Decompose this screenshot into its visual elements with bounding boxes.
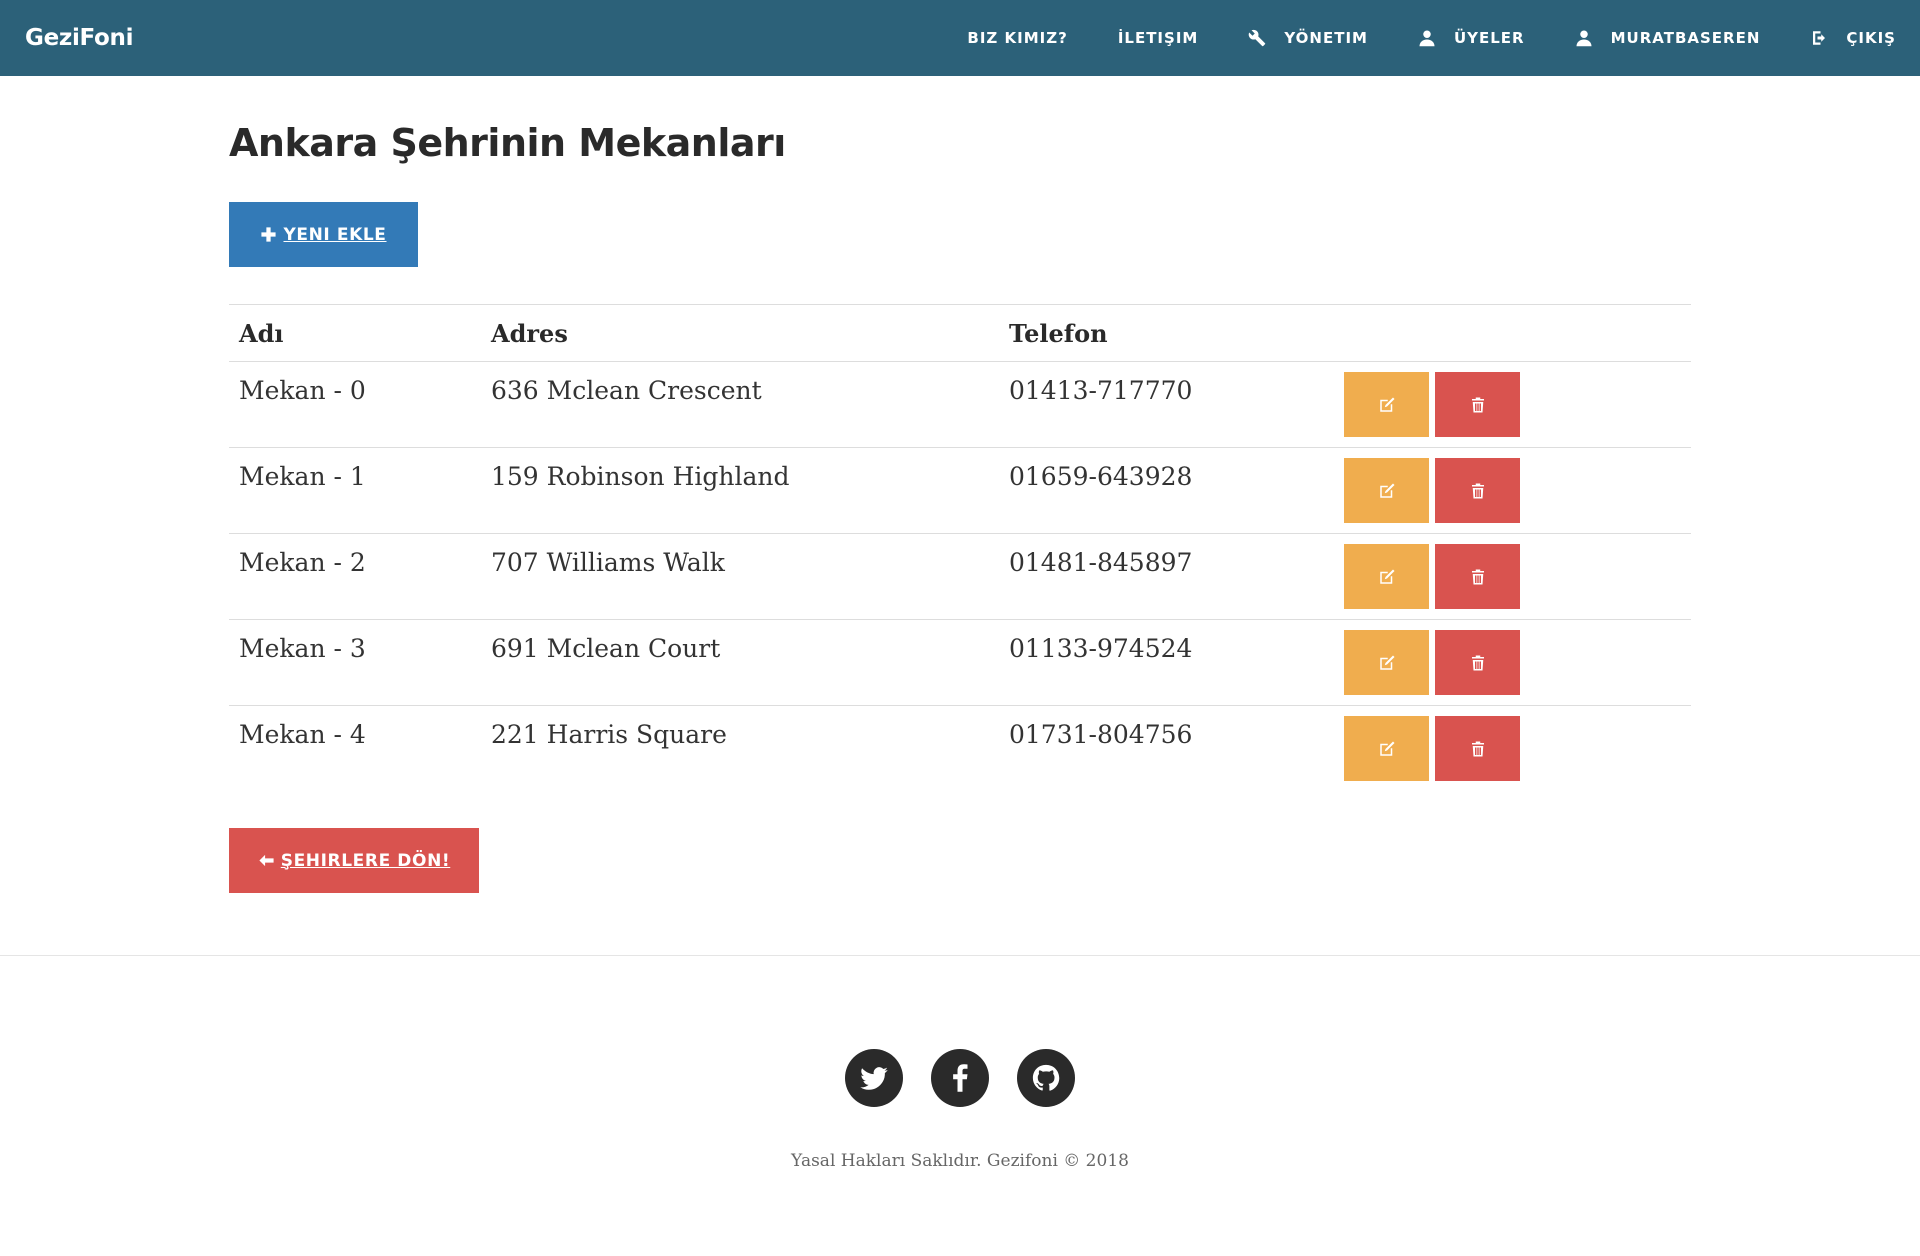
nav-item-label: BIZ KIMIZ? (967, 29, 1068, 47)
cell-address: 221 Harris Square (491, 720, 727, 749)
arrow-left-icon (259, 854, 274, 867)
edit-icon (1379, 483, 1394, 498)
cell-address: 691 Mclean Court (491, 634, 721, 663)
cell-phone: 01481-845897 (1009, 548, 1193, 577)
nav-item-logout[interactable]: ÇIKIŞ (1810, 29, 1896, 47)
user-icon (1418, 29, 1436, 47)
venues-table: Adı Adres Telefon Mekan - 0 636 Mclean C… (229, 304, 1691, 791)
add-new-label: YENI EKLE (283, 224, 387, 245)
delete-button[interactable] (1435, 458, 1520, 523)
nav-menu: BIZ KIMIZ? İLETIŞIM YÖNETIM ÜYELER MURAT… (967, 0, 1896, 76)
edit-button[interactable] (1344, 630, 1429, 695)
row-actions (1344, 372, 1520, 437)
row-actions (1344, 544, 1520, 609)
table-row: Mekan - 3 691 Mclean Court 01133-974524 (229, 619, 1691, 705)
trash-icon (1471, 483, 1484, 498)
logout-icon (1810, 29, 1828, 47)
delete-button[interactable] (1435, 630, 1520, 695)
cell-name: Mekan - 4 (239, 720, 366, 749)
cell-address: 707 Williams Walk (491, 548, 725, 577)
edit-icon (1379, 741, 1394, 756)
delete-button[interactable] (1435, 544, 1520, 609)
user-icon (1575, 29, 1593, 47)
plus-icon (261, 227, 277, 242)
table-row: Mekan - 4 221 Harris Square 01731-804756 (229, 705, 1691, 791)
top-navbar: GeziFoni BIZ KIMIZ? İLETIŞIM YÖNETIM ÜYE… (0, 0, 1920, 76)
nav-item-members[interactable]: ÜYELER (1418, 29, 1525, 47)
nav-item-contact[interactable]: İLETIŞIM (1118, 29, 1199, 47)
cell-address: 636 Mclean Crescent (491, 376, 762, 405)
trash-icon (1471, 655, 1484, 670)
edit-icon (1379, 569, 1394, 584)
cell-phone: 01731-804756 (1009, 720, 1193, 749)
facebook-link[interactable] (931, 1049, 989, 1107)
header-name: Adı (239, 319, 284, 348)
edit-button[interactable] (1344, 716, 1429, 781)
cell-name: Mekan - 3 (239, 634, 366, 663)
row-actions (1344, 458, 1520, 523)
wrench-icon (1248, 29, 1266, 47)
row-actions (1344, 630, 1520, 695)
edit-icon (1379, 655, 1394, 670)
back-to-cities-label: ŞEHIRLERE DÖN! (280, 850, 451, 871)
nav-item-label: ÇIKIŞ (1846, 29, 1896, 47)
nav-item-label: YÖNETIM (1284, 29, 1368, 47)
row-actions (1344, 716, 1520, 781)
github-link[interactable] (1017, 1049, 1075, 1107)
trash-icon (1471, 397, 1484, 412)
table-header: Adı Adres Telefon (229, 304, 1691, 361)
add-new-button[interactable]: YENI EKLE (229, 202, 418, 267)
edit-button[interactable] (1344, 458, 1429, 523)
github-icon (1032, 1064, 1060, 1091)
twitter-link[interactable] (845, 1049, 903, 1107)
table-row: Mekan - 0 636 Mclean Crescent 01413-7177… (229, 361, 1691, 447)
delete-button[interactable] (1435, 372, 1520, 437)
nav-item-label: İLETIŞIM (1117, 29, 1199, 47)
cell-address: 159 Robinson Highland (491, 462, 790, 491)
nav-item-about[interactable]: BIZ KIMIZ? (967, 29, 1067, 47)
nav-item-profile[interactable]: MURATBASEREN (1575, 29, 1761, 47)
page-title: Ankara Şehrinin Mekanları (229, 121, 786, 165)
edit-icon (1379, 397, 1394, 412)
table-row: Mekan - 2 707 Williams Walk 01481-845897 (229, 533, 1691, 619)
cell-name: Mekan - 1 (239, 462, 366, 491)
cell-name: Mekan - 2 (239, 548, 366, 577)
edit-button[interactable] (1344, 372, 1429, 437)
delete-button[interactable] (1435, 716, 1520, 781)
cell-name: Mekan - 0 (239, 376, 366, 405)
header-phone: Telefon (1009, 319, 1108, 348)
twitter-icon (860, 1067, 888, 1090)
brand-logo[interactable]: GeziFoni (25, 0, 133, 76)
cell-phone: 01133-974524 (1009, 634, 1193, 663)
nav-item-label: MURATBASEREN (1610, 29, 1761, 47)
nav-item-label: ÜYELER (1453, 29, 1525, 47)
cell-phone: 01413-717770 (1009, 376, 1193, 405)
footer-divider (0, 955, 1920, 956)
trash-icon (1471, 741, 1484, 756)
trash-icon (1471, 569, 1484, 584)
social-links (845, 1049, 1075, 1107)
back-to-cities-button[interactable]: ŞEHIRLERE DÖN! (229, 828, 479, 893)
nav-item-admin[interactable]: YÖNETIM (1248, 29, 1368, 47)
cell-phone: 01659-643928 (1009, 462, 1193, 491)
table-row: Mekan - 1 159 Robinson Highland 01659-64… (229, 447, 1691, 533)
copyright-text: Yasal Hakları Saklıdır. Gezifoni © 2018 (791, 1151, 1129, 1171)
header-address: Adres (491, 319, 568, 348)
facebook-icon (953, 1064, 968, 1092)
edit-button[interactable] (1344, 544, 1429, 609)
